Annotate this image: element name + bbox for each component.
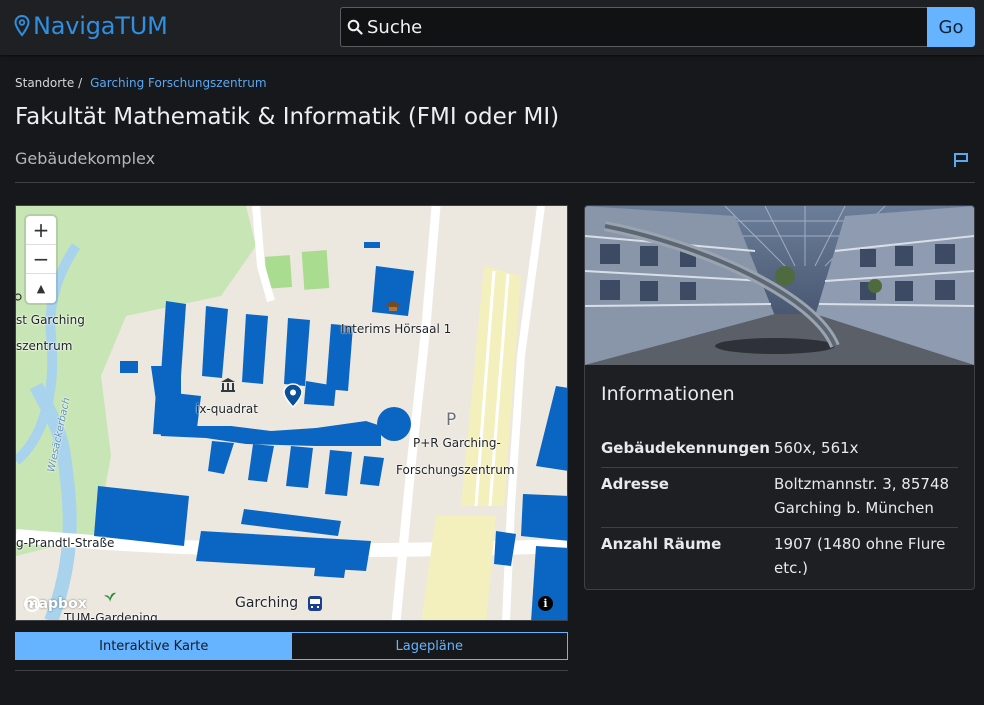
divider [15,670,568,671]
mapbox-icon [24,596,40,612]
logo-text: NavigaTUM [33,12,168,40]
map-label-garching-1: st Garching [16,313,85,327]
page-title: Fakultät Mathematik & Informatik (FMI od… [15,104,560,130]
mapbox-attribution-logo[interactable]: mapbox [24,596,87,612]
zoom-in-button[interactable]: + [26,216,56,245]
map-canvas[interactable] [16,206,568,621]
info-row: Anzahl Räume 1907 (1480 ohne Flure etc.) [601,527,958,587]
info-value: Boltzmannstr. 3, 85748 Garching b. Münch… [774,467,958,528]
navigatum-logo-link[interactable]: NavigaTUM [14,10,168,42]
divider [15,182,975,183]
info-row: Gebäudekennungen 560x, 561x [601,432,958,468]
map-label-hoersaal: Interims Hörsaal 1 [341,322,452,336]
zoom-controls: + − ▲ [26,216,56,303]
info-key: Anzahl Räume [601,527,774,587]
map-label-garching-2: szentrum [16,339,73,353]
breadcrumb: Standorte / Garching Forschungszentrum [15,76,267,90]
page-subtitle: Gebäudekomplex [15,149,156,168]
info-card-title: Informationen [601,383,735,405]
building-photo[interactable] [585,206,974,365]
map-label-garching-station: Garching [235,595,299,611]
info-value: 1907 (1480 ohne Flure etc.) [774,527,958,587]
map-view-toggle: Interaktive Karte Lagepläne [15,632,568,660]
search-input[interactable] [367,16,907,38]
info-card: Informationen Gebäudekennungen 560x, 561… [584,205,975,590]
map-info-button[interactable]: i [538,596,553,611]
info-key: Adresse [601,467,774,528]
map-label-street: g-Prandtl-Straße [16,536,115,550]
floor-plans-tab[interactable]: Lagepläne [291,633,567,659]
interactive-map-tab[interactable]: Interaktive Karte [16,633,292,659]
map-label-parking-1: P+R Garching- [413,436,501,450]
search-box [340,7,928,47]
report-flag-icon[interactable] [952,151,970,169]
info-row: Adresse Boltzmannstr. 3, 85748 Garching … [601,467,958,528]
interactive-map[interactable]: + − ▲ st Garching szentrum Interims Hörs… [15,205,568,621]
info-key: Gebäudekennungen [601,439,770,457]
top-navigation-bar: NavigaTUM Go [0,0,984,55]
search-icon [347,19,363,35]
map-label-parking-2: Forschungszentrum [396,463,515,477]
breadcrumb-root[interactable]: Standorte / [15,76,82,90]
breadcrumb-current-link[interactable]: Garching Forschungszentrum [90,76,266,90]
zoom-out-button[interactable]: − [26,245,56,274]
map-label-ixquadrat: ix-quadrat [196,402,258,416]
map-label-gardening: TUM-Gardening [64,611,158,621]
location-pin-icon [14,15,30,37]
search-go-button[interactable]: Go [927,7,975,47]
map-label-parking-icon: P [446,410,457,430]
info-value: 560x, 561x [774,439,859,457]
compass-button[interactable]: ▲ [26,274,56,303]
info-table: Gebäudekennungen 560x, 561x Adresse Bolt… [601,432,958,587]
